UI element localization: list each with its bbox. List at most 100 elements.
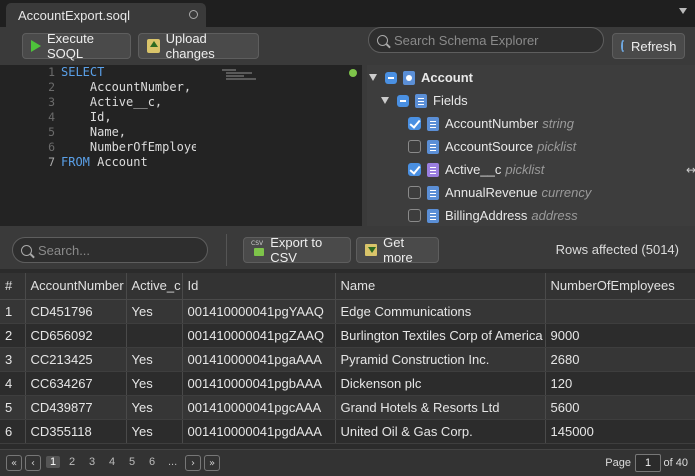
export-csv-button[interactable]: CSV Export to CSV bbox=[243, 235, 351, 265]
table-cell[interactable]: Burlington Textiles Corp of America bbox=[335, 323, 546, 348]
table-row[interactable]: 4 CC634267 Yes 001410000041pgbAAA Dicken… bbox=[0, 371, 695, 396]
table-cell[interactable]: 001410000041pgaAAA bbox=[182, 347, 336, 372]
table-cell[interactable]: 145000 bbox=[545, 419, 695, 444]
expand-triangle-icon[interactable] bbox=[381, 97, 389, 104]
table-cell[interactable] bbox=[126, 323, 183, 348]
soql-editor[interactable]: 1 2 3 4 5 6 7 SELECT AccountNumber, Acti… bbox=[0, 65, 362, 226]
tree-field-row[interactable]: AnnualRevenue currency bbox=[408, 181, 591, 204]
page-number[interactable]: 2 bbox=[69, 456, 75, 468]
schema-search-input[interactable] bbox=[394, 32, 594, 48]
table-cell[interactable]: 001410000041pgcAAA bbox=[182, 395, 336, 420]
table-cell[interactable]: Yes bbox=[126, 419, 183, 444]
execute-soql-button[interactable]: Execute SOQL bbox=[22, 31, 131, 61]
tree-field-row[interactable]: Active__c picklist bbox=[408, 158, 544, 181]
table-cell[interactable]: 3 bbox=[0, 347, 26, 372]
toolbar-divider bbox=[226, 234, 227, 266]
table-cell[interactable]: Yes bbox=[126, 371, 183, 396]
table-row[interactable]: 1 CD451796 Yes 001410000041pgYAAQ Edge C… bbox=[0, 299, 695, 324]
table-cell[interactable]: CD451796 bbox=[25, 299, 127, 324]
tree-node-account[interactable]: Account bbox=[369, 66, 473, 89]
table-cell[interactable]: 9000 bbox=[545, 323, 695, 348]
table-cell[interactable]: 5 bbox=[0, 395, 26, 420]
page-number[interactable]: 6 bbox=[149, 456, 155, 468]
refresh-label: Refresh bbox=[631, 38, 677, 54]
table-cell[interactable]: 4 bbox=[0, 371, 26, 396]
table-cell[interactable]: 001410000041pgdAAA bbox=[182, 419, 336, 444]
table-cell[interactable]: 001410000041pgZAAQ bbox=[182, 323, 336, 348]
table-cell[interactable]: 6 bbox=[0, 419, 26, 444]
table-row[interactable]: 2 CD656092 001410000041pgZAAQ Burlington… bbox=[0, 323, 695, 348]
code-text: AccountNumber, bbox=[61, 80, 192, 94]
refresh-button[interactable]: Refresh bbox=[612, 33, 685, 59]
get-more-button[interactable]: Get more bbox=[356, 235, 439, 265]
table-row[interactable]: 6 CD355118 Yes 001410000041pgdAAA United… bbox=[0, 419, 695, 444]
field-checkbox[interactable] bbox=[408, 186, 421, 199]
field-checkbox[interactable] bbox=[408, 163, 421, 176]
tab-menu-chevron-icon[interactable] bbox=[679, 8, 687, 14]
table-cell[interactable]: Yes bbox=[126, 299, 183, 324]
table-cell[interactable]: 1 bbox=[0, 299, 26, 324]
csv-icon: CSV bbox=[251, 240, 265, 257]
object-icon bbox=[403, 70, 415, 85]
column-header[interactable]: Name bbox=[335, 273, 546, 300]
tree-field-row[interactable]: AccountNumber string bbox=[408, 112, 574, 135]
table-cell[interactable]: Pyramid Construction Inc. bbox=[335, 347, 546, 372]
table-cell[interactable]: CD656092 bbox=[25, 323, 127, 348]
field-checkbox[interactable] bbox=[408, 209, 421, 222]
page-number[interactable]: 3 bbox=[89, 456, 95, 468]
next-page-button[interactable]: › bbox=[185, 455, 201, 471]
table-cell[interactable]: 001410000041pgbAAA bbox=[182, 371, 336, 396]
field-checkbox[interactable] bbox=[408, 140, 421, 153]
table-cell[interactable]: Edge Communications bbox=[335, 299, 546, 324]
first-page-button[interactable]: « bbox=[6, 455, 22, 471]
editor-minimap[interactable] bbox=[222, 69, 342, 81]
tab-accountexport[interactable]: AccountExport.soql bbox=[6, 3, 206, 27]
last-page-button[interactable]: » bbox=[204, 455, 220, 471]
line-number: 1 bbox=[48, 65, 55, 79]
results-search-input[interactable] bbox=[38, 242, 198, 258]
partial-check-icon[interactable] bbox=[397, 94, 409, 107]
column-header[interactable]: NumberOfEmployees bbox=[545, 273, 695, 300]
table-cell[interactable]: CC213425 bbox=[25, 347, 127, 372]
page-number-input[interactable]: 1 bbox=[635, 454, 661, 472]
table-cell[interactable]: CD355118 bbox=[25, 419, 127, 444]
table-cell[interactable]: Yes bbox=[126, 395, 183, 420]
expand-triangle-icon[interactable] bbox=[369, 74, 377, 81]
code-area[interactable]: SELECT AccountNumber, Active__c, Id, Nam… bbox=[61, 65, 196, 226]
table-cell[interactable]: Yes bbox=[126, 347, 183, 372]
page-label: Page bbox=[605, 457, 631, 469]
table-cell[interactable] bbox=[545, 299, 695, 324]
page-number-current[interactable]: 1 bbox=[46, 456, 61, 468]
tree-field-row[interactable]: AccountSource picklist bbox=[408, 135, 576, 158]
table-cell[interactable]: Dickenson plc bbox=[335, 371, 546, 396]
table-cell[interactable]: CC634267 bbox=[25, 371, 127, 396]
tab-close-icon[interactable] bbox=[189, 10, 198, 19]
table-cell[interactable]: Grand Hotels & Resorts Ltd bbox=[335, 395, 546, 420]
page-total: of 40 bbox=[663, 457, 688, 469]
table-cell[interactable]: CD439877 bbox=[25, 395, 127, 420]
tree-node-fields[interactable]: Fields bbox=[381, 89, 468, 112]
table-row[interactable]: 3 CC213425 Yes 001410000041pgaAAA Pyrami… bbox=[0, 347, 695, 372]
field-name: AccountNumber bbox=[445, 116, 539, 131]
partial-check-icon[interactable] bbox=[385, 71, 397, 84]
tree-field-row[interactable]: BillingAddress address bbox=[408, 204, 578, 226]
page-number[interactable]: 5 bbox=[129, 456, 135, 468]
column-header[interactable]: Active_c bbox=[126, 273, 183, 300]
table-cell[interactable]: 2 bbox=[0, 323, 26, 348]
search-icon bbox=[377, 34, 388, 46]
column-header[interactable]: # bbox=[0, 273, 26, 300]
column-header[interactable]: Id bbox=[182, 273, 336, 300]
table-cell[interactable]: 2680 bbox=[545, 347, 695, 372]
table-cell[interactable]: United Oil & Gas Corp. bbox=[335, 419, 546, 444]
prev-page-button[interactable]: ‹ bbox=[25, 455, 41, 471]
page-number[interactable]: 4 bbox=[109, 456, 115, 468]
upload-changes-button[interactable]: Upload changes bbox=[138, 31, 259, 61]
table-cell[interactable]: 5600 bbox=[545, 395, 695, 420]
field-icon bbox=[427, 116, 439, 131]
field-type: picklist bbox=[537, 139, 577, 154]
table-cell[interactable]: 001410000041pgYAAQ bbox=[182, 299, 336, 324]
column-header[interactable]: AccountNumber bbox=[25, 273, 127, 300]
table-cell[interactable]: 120 bbox=[545, 371, 695, 396]
table-row[interactable]: 5 CD439877 Yes 001410000041pgcAAA Grand … bbox=[0, 395, 695, 420]
field-checkbox[interactable] bbox=[408, 117, 421, 130]
